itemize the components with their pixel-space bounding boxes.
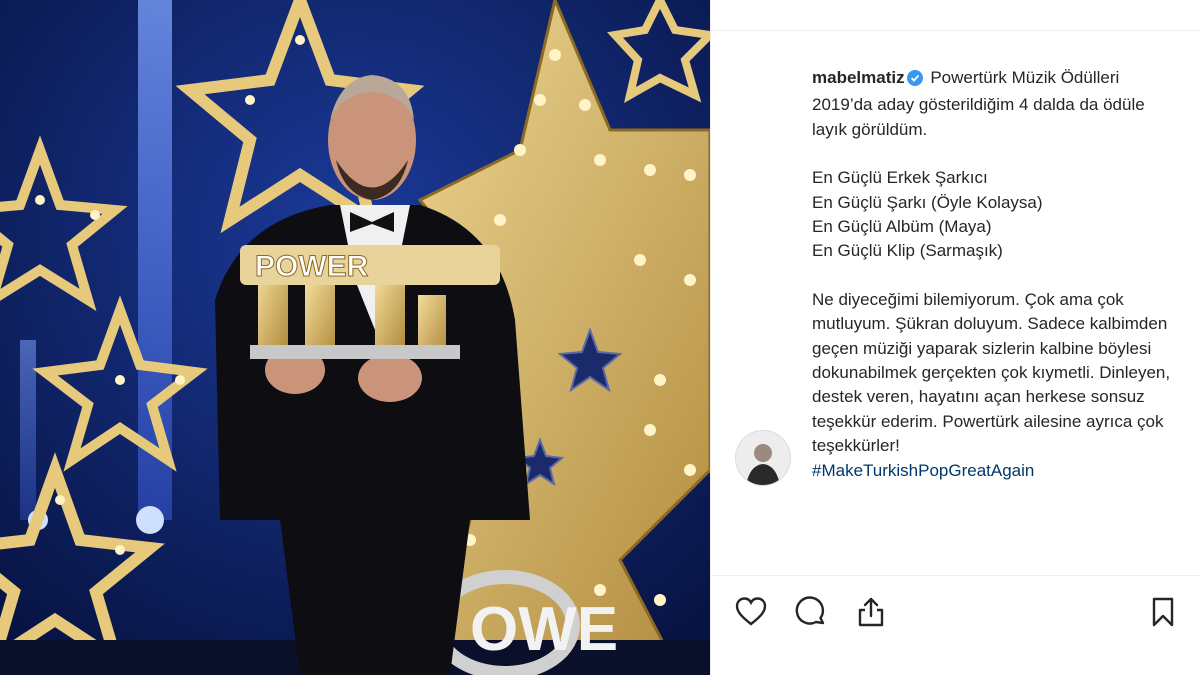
award-line: En Güçlü Albüm (Maya) bbox=[812, 217, 992, 237]
award-line: En Güçlü Erkek Şarkıcı bbox=[812, 168, 988, 188]
light-beam-left-2 bbox=[20, 340, 36, 520]
post-sidebar: mabelmatiz Powertürk Müzik Ödülleri 2019… bbox=[710, 0, 1200, 675]
stage-logo-text: OWE bbox=[470, 595, 618, 664]
trophy-text: POWER bbox=[255, 250, 369, 283]
hand-right bbox=[358, 354, 422, 402]
caption-body: Ne diyeceğimi bilemiyorum. Çok ama çok m… bbox=[812, 289, 1171, 456]
award-line: En Güçlü Şarkı (Öyle Kolaysa) bbox=[812, 192, 1043, 212]
avatar[interactable] bbox=[735, 430, 791, 486]
comment-icon[interactable] bbox=[791, 592, 831, 632]
username[interactable]: mabelmatiz bbox=[812, 68, 905, 87]
divider bbox=[711, 575, 1200, 576]
divider bbox=[711, 30, 1200, 31]
post-photo[interactable]: OWE POWER bbox=[0, 0, 710, 675]
bookmark-icon[interactable] bbox=[1143, 592, 1183, 632]
verified-badge-icon bbox=[906, 69, 923, 93]
heart-icon[interactable] bbox=[731, 592, 771, 632]
award-line: En Güçlü Klip (Sarmaşık) bbox=[812, 241, 1003, 261]
post-caption: mabelmatiz Powertürk Müzik Ödülleri 2019… bbox=[812, 66, 1182, 483]
hashtag-link[interactable]: #MakeTurkishPopGreatAgain bbox=[812, 461, 1034, 480]
share-icon[interactable] bbox=[851, 592, 891, 632]
stage-light bbox=[136, 506, 164, 534]
